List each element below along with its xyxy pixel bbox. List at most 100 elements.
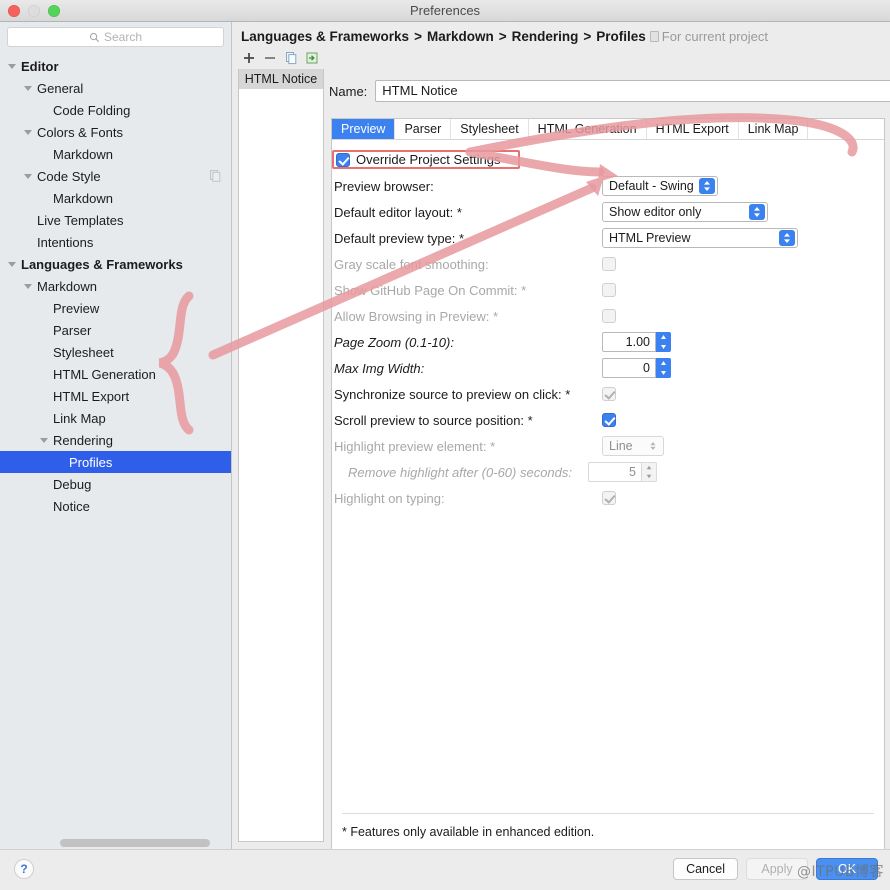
tab-preview[interactable]: Preview bbox=[332, 119, 396, 139]
sidebar-item-profiles[interactable]: Profiles bbox=[0, 451, 231, 473]
sidebar-item-label: Stylesheet bbox=[53, 344, 114, 360]
sidebar-item-label: Intentions bbox=[37, 234, 94, 250]
sidebar-item-html-generation[interactable]: HTML Generation bbox=[0, 363, 231, 385]
sidebar-item-rendering[interactable]: Rendering bbox=[0, 429, 231, 451]
sidebar-item-colors-fonts[interactable]: Colors & Fonts bbox=[0, 121, 231, 143]
chevron-updown-icon[interactable] bbox=[749, 204, 765, 220]
chevron-down-icon[interactable] bbox=[24, 283, 32, 289]
breadcrumb-scope: For current project bbox=[649, 29, 768, 44]
max-img-width-spinner[interactable]: 0 bbox=[602, 358, 671, 378]
sidebar-item-markdown[interactable]: Markdown bbox=[0, 275, 231, 297]
chevron-down-icon[interactable] bbox=[40, 437, 48, 443]
synchronize-source-to-preview-on-click-label: Synchronize source to preview on click: … bbox=[334, 386, 571, 402]
preview-browser-dropdown[interactable]: Default - Swing bbox=[602, 176, 718, 196]
remove-highlight-after-value[interactable]: 5 bbox=[588, 462, 642, 482]
help-button[interactable]: ? bbox=[14, 859, 34, 879]
breadcrumb-part: Languages & Frameworks bbox=[241, 29, 410, 44]
tab-parser[interactable]: Parser bbox=[395, 119, 452, 139]
tab-html-export[interactable]: HTML Export bbox=[647, 119, 739, 139]
page-zoom-spinner[interactable]: 1.00 bbox=[602, 332, 671, 352]
default-editor-layout-value: Show editor only bbox=[609, 205, 702, 219]
sidebar-item-link-map[interactable]: Link Map bbox=[0, 407, 231, 429]
highlight-preview-element-dropdown[interactable]: Line bbox=[602, 436, 664, 456]
breadcrumb: Languages & Frameworks > Markdown > Renderin… bbox=[241, 29, 768, 44]
stepper-buttons[interactable] bbox=[656, 358, 671, 378]
tab-html-generation[interactable]: HTML Generation bbox=[529, 119, 647, 139]
sidebar-item-label: Markdown bbox=[53, 190, 113, 206]
sidebar-item-live-templates[interactable]: Live Templates bbox=[0, 209, 231, 231]
sidebar-item-markdown[interactable]: Markdown bbox=[0, 143, 231, 165]
sidebar-item-html-export[interactable]: HTML Export bbox=[0, 385, 231, 407]
chevron-down-icon[interactable] bbox=[8, 63, 16, 69]
field-row-gray-scale-font-smoothing: Gray scale font smoothing: bbox=[332, 251, 884, 277]
chevron-down-icon[interactable] bbox=[8, 261, 16, 267]
remove-highlight-after-spinner[interactable]: 5 bbox=[588, 462, 657, 482]
cancel-button[interactable]: Cancel bbox=[673, 858, 738, 880]
field-row-remove-highlight-after: Remove highlight after (0-60) seconds: 5 bbox=[332, 459, 884, 485]
form-area: Override Project Settings Preview browse… bbox=[332, 140, 884, 852]
copy-profile-button[interactable] bbox=[284, 51, 298, 65]
sidebar-item-preview[interactable]: Preview bbox=[0, 297, 231, 319]
page-zoom-value[interactable]: 1.00 bbox=[602, 332, 656, 352]
remove-highlight-after-label: Remove highlight after (0-60) seconds: bbox=[348, 464, 573, 480]
default-editor-layout-dropdown[interactable]: Show editor only bbox=[602, 202, 768, 222]
highlight-on-typing-checkbox[interactable] bbox=[602, 491, 616, 505]
sidebar-item-debug[interactable]: Debug bbox=[0, 473, 231, 495]
sidebar-item-label: Link Map bbox=[53, 410, 106, 426]
override-project-settings-row[interactable]: Override Project Settings bbox=[332, 150, 520, 169]
tab-stylesheet[interactable]: Stylesheet bbox=[451, 119, 529, 139]
max-img-width-value[interactable]: 0 bbox=[602, 358, 656, 378]
sidebar-item-code-folding[interactable]: Code Folding bbox=[0, 99, 231, 121]
allow-browsing-in-preview-checkbox[interactable] bbox=[602, 309, 616, 323]
stepper-buttons[interactable] bbox=[642, 462, 657, 482]
import-profile-button[interactable] bbox=[305, 51, 319, 65]
profiles-list[interactable]: HTML Notice bbox=[238, 69, 324, 842]
gray-scale-font-smoothing-checkbox[interactable] bbox=[602, 257, 616, 271]
chevron-updown-icon[interactable] bbox=[779, 230, 795, 246]
sidebar-item-markdown[interactable]: Markdown bbox=[0, 187, 231, 209]
gray-scale-font-smoothing-label: Gray scale font smoothing: bbox=[334, 256, 489, 272]
scrollbar-thumb[interactable] bbox=[60, 839, 210, 847]
stepper-buttons[interactable] bbox=[656, 332, 671, 352]
show-github-page-on-commit-label: Show GitHub Page On Commit: * bbox=[334, 282, 527, 298]
watermark: @ITPUB博客 bbox=[797, 864, 884, 880]
default-preview-type-dropdown[interactable]: HTML Preview bbox=[602, 228, 798, 248]
sidebar-item-label: Markdown bbox=[53, 146, 113, 162]
sidebar-item-notice[interactable]: Notice bbox=[0, 495, 231, 517]
sidebar-item-code-style[interactable]: Code Style bbox=[0, 165, 231, 187]
chevron-updown-icon[interactable] bbox=[645, 438, 661, 454]
field-row-page-zoom: Page Zoom (0.1-10): 1.00 bbox=[332, 329, 884, 355]
field-row-max-img-width: Max Img Width: 0 bbox=[332, 355, 884, 381]
settings-tree: Editor General Code Folding Colors & Fonts M… bbox=[0, 51, 231, 517]
sidebar-item-stylesheet[interactable]: Stylesheet bbox=[0, 341, 231, 363]
sidebar-item-parser[interactable]: Parser bbox=[0, 319, 231, 341]
chevron-down-icon[interactable] bbox=[24, 129, 32, 135]
search-input[interactable]: Search bbox=[7, 27, 224, 47]
sidebar-item-label: HTML Export bbox=[53, 388, 130, 404]
chevron-down-icon[interactable] bbox=[24, 173, 32, 179]
add-profile-button[interactable] bbox=[242, 51, 256, 65]
sidebar-item-label: Languages & Frameworks bbox=[21, 256, 183, 272]
sidebar-item-editor[interactable]: Editor bbox=[0, 55, 231, 77]
sidebar-item-label: Editor bbox=[21, 58, 59, 74]
tab-link-map[interactable]: Link Map bbox=[739, 119, 809, 139]
chevron-updown-icon[interactable] bbox=[699, 178, 715, 194]
project-scope-icon bbox=[649, 31, 659, 42]
sidebar-horizontal-scrollbar[interactable] bbox=[60, 839, 230, 847]
show-github-page-on-commit-checkbox[interactable] bbox=[602, 283, 616, 297]
chevron-down-icon[interactable] bbox=[24, 85, 32, 91]
allow-browsing-in-preview-label: Allow Browsing in Preview: * bbox=[334, 308, 499, 324]
name-input[interactable]: HTML Notice bbox=[375, 80, 890, 102]
sidebar-item-general[interactable]: General bbox=[0, 77, 231, 99]
profile-list-item[interactable]: HTML Notice bbox=[239, 69, 323, 89]
remove-profile-button[interactable] bbox=[263, 51, 277, 65]
override-project-settings-checkbox[interactable] bbox=[336, 152, 350, 167]
synchronize-source-to-preview-on-click-checkbox[interactable] bbox=[602, 387, 616, 401]
sidebar-item-label: Preview bbox=[53, 300, 100, 316]
sidebar-item-intentions[interactable]: Intentions bbox=[0, 231, 231, 253]
sidebar-item-languages-frameworks[interactable]: Languages & Frameworks bbox=[0, 253, 231, 275]
scroll-preview-to-source-position-checkbox[interactable] bbox=[602, 413, 616, 427]
preview-browser-label: Preview browser: bbox=[334, 178, 434, 194]
sidebar-item-label: Colors & Fonts bbox=[37, 124, 123, 140]
profiles-column: HTML Notice bbox=[238, 47, 324, 842]
